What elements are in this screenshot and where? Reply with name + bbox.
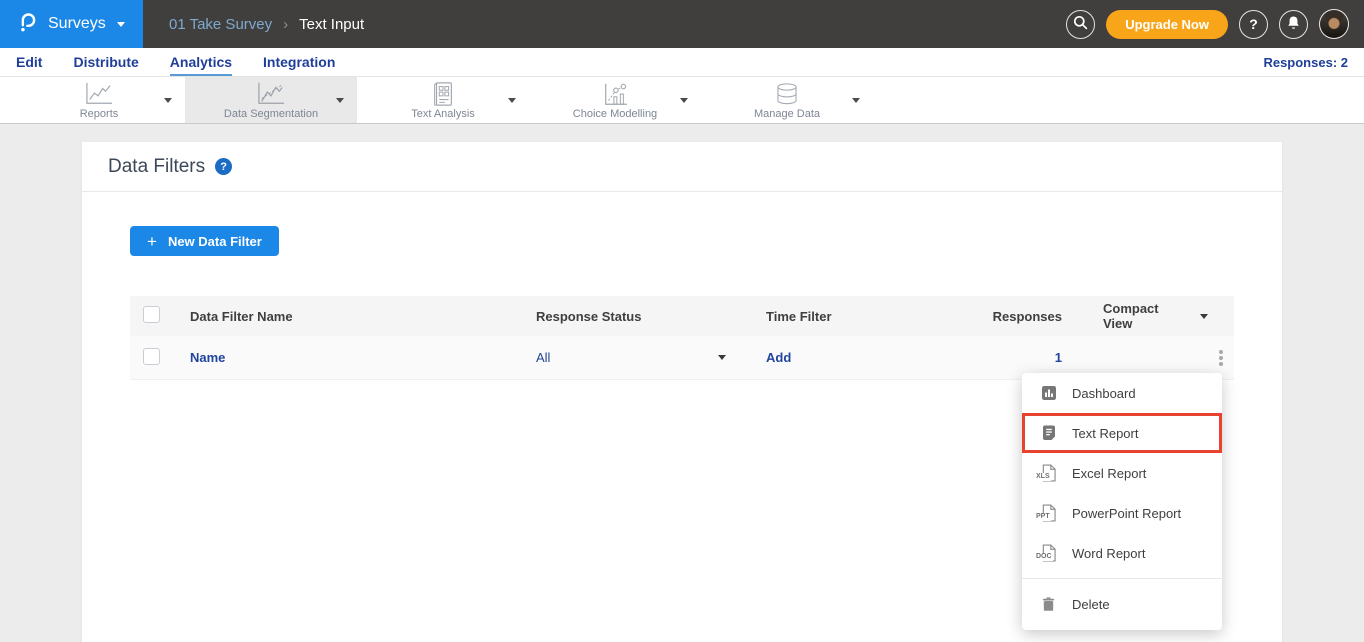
data-filters-table: Data Filter Name Response Status Time Fi…: [130, 296, 1234, 380]
toolbar-item-text-analysis[interactable]: Text Analysis: [357, 77, 529, 123]
chevron-down-icon: [117, 22, 125, 27]
toolbar-item-label: Data Segmentation: [224, 108, 318, 120]
plus-icon: +: [147, 233, 157, 250]
user-avatar[interactable]: [1319, 9, 1349, 39]
question-mark-icon: ?: [1249, 16, 1258, 32]
chevron-down-icon: [1200, 314, 1208, 319]
analytics-toolbar: Reports Data Segmentation Text Analysis …: [0, 77, 1364, 124]
filter-name-link[interactable]: Name: [190, 350, 225, 365]
menu-item-delete[interactable]: Delete: [1022, 584, 1222, 624]
segmentation-chart-icon: [255, 81, 287, 107]
tab-integration[interactable]: Integration: [263, 48, 335, 76]
main-content: Data Filters ? + New Data Filter Data Fi…: [0, 124, 1364, 642]
breadcrumb-separator: ›: [283, 16, 288, 33]
search-button[interactable]: [1066, 10, 1095, 39]
database-icon: [773, 81, 801, 107]
response-status-select[interactable]: All: [536, 350, 726, 365]
tab-analytics[interactable]: Analytics: [170, 48, 232, 76]
tab-distribute[interactable]: Distribute: [73, 48, 138, 76]
chevron-down-icon[interactable]: [336, 98, 344, 103]
help-icon[interactable]: ?: [215, 158, 232, 175]
toolbar-item-label: Choice Modelling: [573, 108, 657, 120]
chevron-down-icon[interactable]: [508, 98, 516, 103]
notifications-button[interactable]: [1279, 10, 1308, 39]
menu-item-label: Text Report: [1072, 426, 1138, 441]
text-report-icon: [1039, 425, 1058, 441]
header-time-filter: Time Filter: [766, 309, 946, 324]
app-menu-surveys[interactable]: Surveys: [0, 0, 143, 48]
toolbar-item-label: Manage Data: [754, 108, 820, 120]
menu-item-word-report[interactable]: DOC Word Report: [1022, 533, 1222, 573]
text-analysis-doc-icon: [429, 81, 457, 107]
toolbar-item-label: Reports: [80, 108, 119, 120]
responses-count: Responses: 2: [1263, 55, 1364, 70]
response-status-value: All: [536, 350, 550, 365]
bell-icon: [1286, 15, 1301, 33]
dashboard-icon: [1039, 385, 1058, 401]
header-responses: Responses: [946, 309, 1062, 324]
tab-edit[interactable]: Edit: [16, 48, 42, 76]
menu-item-label: Word Report: [1072, 546, 1145, 561]
select-all-checkbox[interactable]: [143, 306, 160, 323]
time-filter-add-link[interactable]: Add: [766, 350, 791, 365]
app-menu-label: Surveys: [48, 15, 106, 33]
file-type-badge: DOC: [1035, 553, 1053, 561]
menu-item-dashboard[interactable]: Dashboard: [1022, 373, 1222, 413]
compact-view-dropdown[interactable]: Compact View: [1062, 301, 1208, 331]
search-icon: [1073, 15, 1088, 33]
chevron-down-icon: [718, 355, 726, 360]
help-button[interactable]: ?: [1239, 10, 1268, 39]
menu-item-label: Delete: [1072, 597, 1110, 612]
card-header: Data Filters ?: [82, 142, 1282, 192]
menu-item-text-report[interactable]: Text Report: [1022, 413, 1222, 453]
menu-item-label: PowerPoint Report: [1072, 506, 1181, 521]
chevron-down-icon[interactable]: [680, 98, 688, 103]
doc-file-icon: DOC: [1039, 544, 1058, 562]
menu-item-label: Excel Report: [1072, 466, 1146, 481]
xls-file-icon: XLS: [1039, 464, 1058, 482]
compact-view-label: Compact View: [1103, 301, 1187, 331]
chevron-down-icon[interactable]: [164, 98, 172, 103]
toolbar-item-choice-modelling[interactable]: Choice Modelling: [529, 77, 701, 123]
topbar-actions: Upgrade Now ?: [1066, 9, 1364, 39]
menu-item-label: Dashboard: [1072, 386, 1136, 401]
menu-item-excel-report[interactable]: XLS Excel Report: [1022, 453, 1222, 493]
chevron-down-icon[interactable]: [852, 98, 860, 103]
card-body: + New Data Filter Data Filter Name Respo…: [82, 226, 1282, 380]
line-chart-icon: [83, 81, 115, 107]
menu-item-powerpoint-report[interactable]: PPT PowerPoint Report: [1022, 493, 1222, 533]
new-data-filter-button[interactable]: + New Data Filter: [130, 226, 279, 256]
choice-modelling-chart-icon: [600, 81, 630, 107]
breadcrumb: 01 Take Survey › Text Input: [169, 16, 364, 33]
file-type-badge: XLS: [1035, 473, 1051, 481]
new-data-filter-label: New Data Filter: [168, 234, 262, 249]
upgrade-now-button[interactable]: Upgrade Now: [1106, 10, 1228, 39]
ppt-file-icon: PPT: [1039, 504, 1058, 522]
toolbar-item-label: Text Analysis: [411, 108, 475, 120]
survey-nav-tabs: Edit Distribute Analytics Integration Re…: [0, 48, 1364, 77]
breadcrumb-page-name: Text Input: [299, 16, 364, 33]
row-actions-kebab-icon[interactable]: [1219, 356, 1223, 360]
header-data-filter-name: Data Filter Name: [190, 309, 536, 324]
topbar: Surveys 01 Take Survey › Text Input Upgr…: [0, 0, 1364, 48]
trash-icon: [1039, 596, 1058, 612]
questionpro-logo-icon: [15, 10, 39, 39]
row-actions-menu: Dashboard Text Report XLS Excel Report P…: [1022, 373, 1222, 630]
header-response-status: Response Status: [536, 309, 766, 324]
toolbar-item-data-segmentation[interactable]: Data Segmentation: [185, 77, 357, 123]
toolbar-item-manage-data[interactable]: Manage Data: [701, 77, 873, 123]
table-header-row: Data Filter Name Response Status Time Fi…: [130, 296, 1234, 336]
row-checkbox[interactable]: [143, 348, 160, 365]
menu-divider: [1022, 578, 1222, 579]
file-type-badge: PPT: [1035, 513, 1051, 521]
page-title: Data Filters: [108, 156, 205, 178]
toolbar-item-reports[interactable]: Reports: [13, 77, 185, 123]
responses-count-link[interactable]: 1: [1055, 350, 1062, 365]
breadcrumb-survey-name[interactable]: 01 Take Survey: [169, 16, 272, 33]
